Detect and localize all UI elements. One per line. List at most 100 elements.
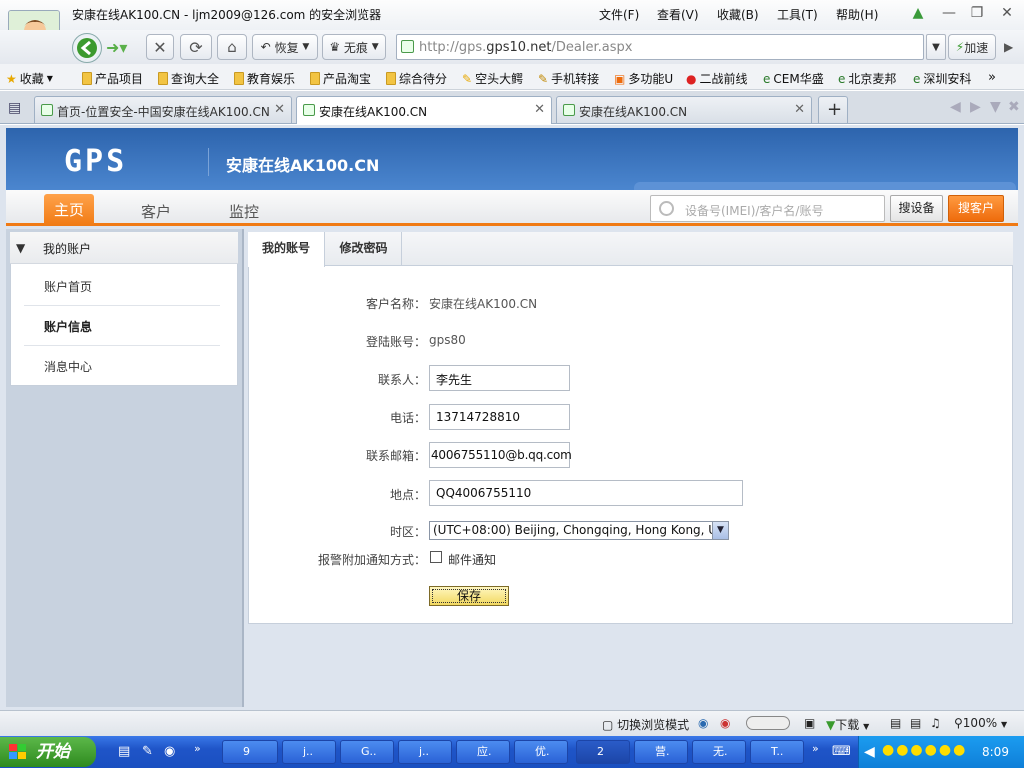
tab-third[interactable]: 安康在线AK100.CN ✕ [556,96,812,123]
speaker-icon[interactable]: ♫ [930,716,941,730]
bookmark-item[interactable]: ▣ 多功能U [614,70,673,87]
nav-monitor[interactable]: 监控 [229,201,259,222]
more-bookmarks-icon[interactable]: » [988,70,996,85]
menu-file[interactable]: 文件(F) [599,6,639,23]
nav-home[interactable]: 主页 [44,194,94,226]
site-logo[interactable]: GPS [64,144,127,179]
search-device-button[interactable]: 搜设备 [890,195,943,222]
taskbar-folder-group[interactable]: 9 [222,740,278,764]
qq-tray-icon[interactable]: ●●●●●● [882,742,967,758]
maximize-button[interactable]: ❐ [966,4,988,22]
taskbar-item[interactable]: T.. [750,740,804,764]
skin-icon[interactable]: ▲ [907,4,929,22]
switch-mode-button[interactable]: ▢ 切换浏览模式 [602,716,689,733]
quicklaunch-icon[interactable]: ✎ [142,744,153,759]
print-icon[interactable]: ▤ [910,716,921,730]
shield-icon[interactable]: ◉ [720,716,730,730]
sidebar-item-messages[interactable]: 消息中心 [44,358,92,375]
bookmark-item[interactable]: 综合待分 [386,70,447,87]
tab-home[interactable]: 首页-位置安全-中国安康在线AK100.CN ✕ [34,96,292,123]
collapse-triangle-icon: ▼ [16,241,26,255]
new-tab-button[interactable]: + [818,96,848,123]
menu-help[interactable]: 帮助(H) [836,6,878,23]
more-arrow-icon[interactable]: ▶ [1004,40,1013,54]
taskbar-item[interactable]: G.. [340,740,394,764]
bookmark-favorites[interactable]: ★ 收藏 ▼ [6,70,53,87]
bookmark-item[interactable]: 产品淘宝 [310,70,371,87]
taskbar-item[interactable]: 优. [514,740,568,764]
bookmark-item[interactable]: ✎ 手机转接 [538,70,599,87]
stop-button[interactable]: ✕ [146,34,174,60]
taskbar-group-active[interactable]: 2 [576,740,630,764]
tab-scroll-left-icon[interactable]: ◀ [950,99,961,115]
tab-list-icon[interactable]: ▼ [990,99,1001,115]
tab-my-account[interactable]: 我的账号 [248,232,325,267]
zoom-control[interactable]: ⚲100% ▼ [954,716,1007,730]
url-dropdown-button[interactable]: ▼ [926,34,946,60]
save-button[interactable]: 保存 [429,586,509,606]
tray-arrow-icon[interactable]: ◀ [864,744,875,760]
site-name: 安康在线AK100.CN [226,156,380,175]
bookmark-item[interactable]: e CEM华盛 [763,70,824,87]
contact-field[interactable]: 李先生 [429,365,570,391]
email-notify-checkbox[interactable] [430,551,442,563]
email-field[interactable]: 4006755110@b.qq.com [429,442,572,468]
menu-favorites[interactable]: 收藏(B) [717,6,759,23]
search-input[interactable]: 设备号(IMEI)/客户名/账号 [650,195,885,222]
minimize-button[interactable]: — [938,4,960,22]
download-button[interactable]: ▼下载 ▼ [826,716,869,733]
no-trace-label: 无痕 [343,40,368,55]
forward-arrow-icon[interactable]: ➜▾ [106,38,127,57]
taskbar-item[interactable]: 应. [456,740,510,764]
quicklaunch-icon[interactable]: ◉ [164,744,175,759]
ie-mode-icon[interactable]: ◉ [698,716,708,730]
page-icon [401,40,414,53]
close-window-button[interactable]: ✕ [996,4,1018,22]
phone-field[interactable]: 13714728810 [429,404,570,430]
sidebar-item-account-info[interactable]: 账户信息 [44,318,92,335]
taskbar-item[interactable]: 无. [692,740,746,764]
home-button[interactable]: ⌂ [217,34,247,60]
tab-active[interactable]: 安康在线AK100.CN ✕ [296,96,552,124]
menu-view[interactable]: 查看(V) [657,6,699,23]
tab-change-password[interactable]: 修改密码 [326,232,402,266]
taskbar-item[interactable]: j.. [282,740,336,764]
close-icon[interactable]: ✕ [534,102,545,117]
close-icon[interactable]: ✕ [274,102,285,117]
tab-scroll-right-icon[interactable]: ▶ [970,99,981,115]
refresh-button[interactable]: ⟳ [180,34,212,60]
close-icon[interactable]: ✕ [794,102,805,117]
sidebar-toggle-icon[interactable]: ▤ [8,100,21,116]
chevron-down-icon[interactable]: ▼ [712,522,728,539]
bookmark-item[interactable]: 查询大全 [158,70,219,87]
taskbar-item[interactable]: j.. [398,740,452,764]
bookmark-item[interactable]: 产品项目 [82,70,143,87]
timezone-select[interactable]: (UTC+08:00) Beijing, Chongqing, Hong Kon… [429,521,729,540]
nav-customer[interactable]: 客户 [141,201,171,222]
sidebar-item-account-home[interactable]: 账户首页 [44,278,92,295]
address-bar[interactable]: http://gps.gps10.net/Dealer.aspx [396,34,924,60]
star-icon: ★ [6,71,17,86]
address-field[interactable]: QQ4006755110 [429,480,743,506]
taskbar-item[interactable]: 营. [634,740,688,764]
bookmark-item[interactable]: e 北京麦邦 [838,70,896,87]
search-customer-button[interactable]: 搜客户 [948,195,1004,222]
back-button[interactable] [72,33,102,63]
toggle-icon[interactable] [746,716,790,730]
screenshot-icon[interactable]: ▣ [804,716,815,730]
quicklaunch-icon[interactable]: ▤ [118,744,130,759]
keyboard-icon[interactable]: ⌨ [832,744,851,759]
bookmark-item[interactable]: ✎ 空头大鳄 [462,70,523,87]
bookmark-item[interactable]: e 深圳安科 [913,70,971,87]
close-tab-icon[interactable]: ✖ [1008,99,1020,115]
restore-button[interactable]: ↶ 恢复 ▼ [252,34,318,60]
no-trace-button[interactable]: ♛ 无痕 ▼ [322,34,386,60]
windows-logo-icon [8,743,28,761]
speed-button[interactable]: ⚡ 加速 [948,34,996,60]
bookmark-item[interactable]: 教育娱乐 [234,70,295,87]
more-quicklaunch-icon[interactable]: » [194,742,201,755]
menu-tools[interactable]: 工具(T) [777,6,818,23]
more-tasks-icon[interactable]: » [812,742,819,755]
bookmark-item[interactable]: ● 二战前线 [686,70,748,87]
clipboard-icon[interactable]: ▤ [890,716,901,730]
